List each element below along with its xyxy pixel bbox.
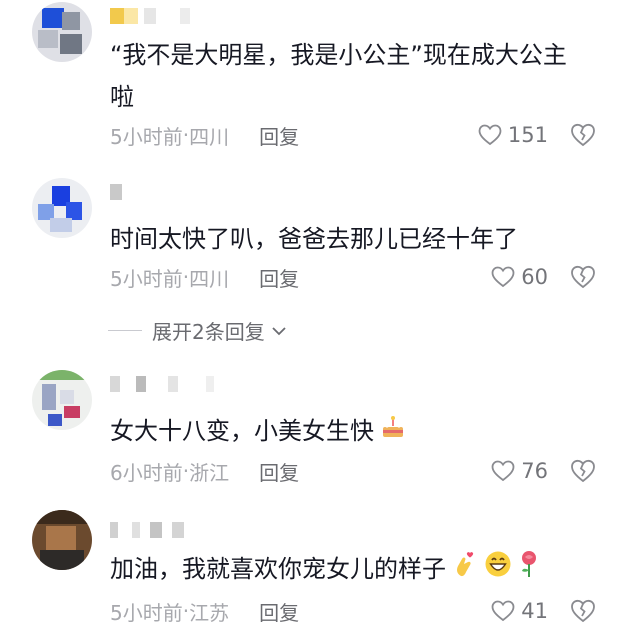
expand-replies-button[interactable]: 展开2条回复 (108, 316, 289, 345)
comment-location: 浙江 (189, 460, 230, 485)
comment-location: 四川 (189, 266, 230, 291)
avatar[interactable] (32, 510, 92, 570)
like-count: 60 (521, 265, 548, 289)
like-button[interactable]: 76 (491, 456, 548, 486)
grinning-face-emoji (484, 549, 512, 591)
divider (108, 330, 142, 331)
comment-text: 时间太快了叭，爸爸去那儿已经十年了 (110, 225, 518, 253)
comment-location: 江苏 (189, 600, 230, 625)
comment-item: “我不是大明星，我是小公主”现在成大公主啦 5小时前 · 四川 回复 151 (0, 0, 626, 170)
avatar[interactable] (32, 370, 92, 430)
avatar[interactable] (32, 2, 92, 62)
comment-meta: 5小时前 · 江苏 回复 (110, 596, 299, 626)
comment-time: 6小时前 (110, 460, 183, 485)
reply-button[interactable]: 回复 (259, 263, 299, 292)
heart-outline-icon (491, 600, 515, 622)
avatar[interactable] (32, 178, 92, 238)
dislike-button[interactable] (570, 456, 596, 486)
like-button[interactable]: 60 (491, 262, 548, 292)
broken-heart-icon (571, 123, 595, 147)
comment-time: 5小时前 (110, 600, 183, 625)
chevron-down-icon (272, 326, 286, 335)
like-button[interactable]: 151 (478, 120, 548, 150)
broken-heart-icon (571, 265, 595, 289)
comment-meta: 5小时前 · 四川 回复 (110, 120, 299, 150)
heart-outline-icon (478, 124, 502, 146)
broken-heart-icon (571, 599, 595, 623)
reply-button[interactable]: 回复 (259, 597, 299, 626)
comment-item: 时间太快了叭，爸爸去那儿已经十年了 5小时前 · 四川 回复 60 (0, 176, 626, 356)
rose-emoji (518, 549, 540, 591)
reply-button[interactable]: 回复 (259, 457, 299, 486)
cake-emoji (380, 411, 406, 453)
dislike-button[interactable] (570, 262, 596, 292)
comment-text: “我不是大明星，我是小公主”现在成大公主啦 (110, 41, 567, 111)
reply-button[interactable]: 回复 (259, 121, 299, 150)
comment-text-content: 女大十八变，小美女生快 (110, 417, 374, 445)
broken-heart-icon (571, 459, 595, 483)
comment-text: 加油，我就喜欢你宠女儿的样子 (110, 548, 590, 591)
like-count: 151 (507, 123, 548, 147)
comment-location: 四川 (189, 124, 230, 149)
dislike-button[interactable] (570, 120, 596, 150)
comment-item: 女大十八变，小美女生快 6小时前 · 浙江 回复 76 (0, 370, 626, 500)
comment-time: 5小时前 (110, 266, 183, 291)
heart-outline-icon (491, 266, 515, 288)
heart-outline-icon (491, 460, 515, 482)
comment-meta: 6小时前 · 浙江 回复 (110, 456, 299, 486)
comment-meta: 5小时前 · 四川 回复 (110, 262, 299, 292)
comment-time: 5小时前 (110, 124, 183, 149)
dislike-button[interactable] (570, 596, 596, 626)
expand-replies-label: 展开2条回复 (152, 320, 265, 344)
comment-text-content: 加油，我就喜欢你宠女儿的样子 (110, 555, 446, 583)
comment-item: 加油，我就喜欢你宠女儿的样子 5小时前 · 江苏 回复 41 (0, 510, 626, 640)
like-button[interactable]: 41 (491, 596, 548, 626)
comment-text: 女大十八变，小美女生快 (110, 410, 590, 453)
like-count: 41 (521, 599, 548, 623)
like-count: 76 (521, 459, 548, 483)
finger-heart-emoji (452, 549, 478, 591)
